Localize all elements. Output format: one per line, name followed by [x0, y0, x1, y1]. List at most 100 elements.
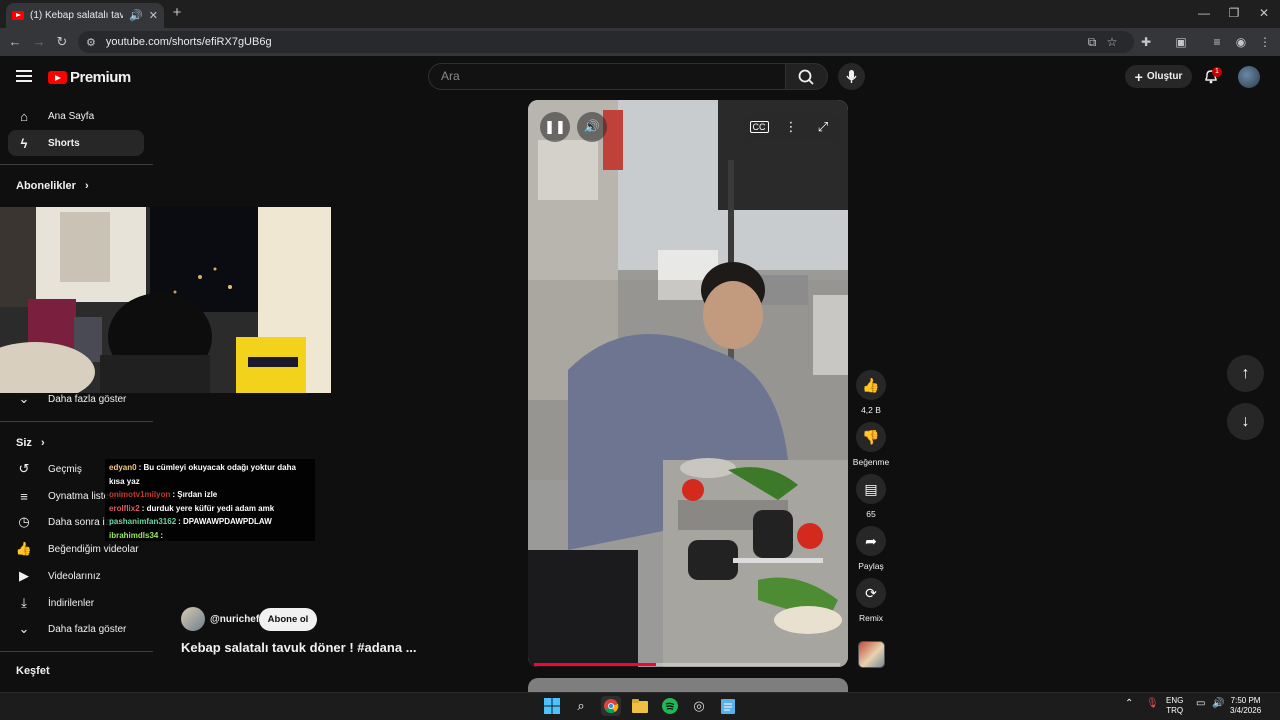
chrome-icon: [604, 699, 619, 714]
split-view-icon[interactable]: ▣: [1172, 33, 1190, 51]
reading-list-icon[interactable]: ≡: [1208, 33, 1226, 51]
tab-title: (1) Kebap salatalı tavuk döner: [30, 10, 124, 21]
voice-search-button[interactable]: [838, 63, 865, 90]
clock-icon: ◷: [18, 514, 30, 529]
reload-icon[interactable]: ↻: [53, 33, 71, 51]
captions-icon: CC: [749, 121, 769, 133]
channel-name[interactable]: @nurichef: [210, 614, 259, 625]
clock[interactable]: 7:50 PM 3/4/2026: [1230, 696, 1261, 716]
bookmark-star-icon[interactable]: ☆: [1103, 33, 1121, 51]
notification-badge: 1: [1212, 67, 1222, 77]
menu-kebab-icon[interactable]: ⋮: [1256, 33, 1274, 51]
youtube-logo[interactable]: Premium: [48, 69, 131, 86]
chrome-taskbar-button[interactable]: [601, 696, 621, 716]
close-tab-icon[interactable]: ✕: [149, 9, 158, 22]
new-tab-button[interactable]: +: [170, 5, 184, 21]
share-button[interactable]: ➦: [856, 526, 886, 556]
chat-text: : Bu cümleyi okuyacak odağı yoktur daha …: [109, 463, 296, 486]
extensions-icon[interactable]: ✚: [1137, 33, 1155, 51]
sidebar-item-your-videos[interactable]: ▶ Videolarınız: [8, 563, 144, 589]
sidebar-item-shorts[interactable]: ϟ Shorts: [8, 130, 144, 156]
pause-button[interactable]: ❚❚: [540, 112, 570, 142]
browser-tab-strip: [0, 0, 1280, 28]
speaker-icon[interactable]: 🔊: [129, 9, 143, 22]
sidebar-item-label: Geçmiş: [48, 463, 82, 475]
maximize-icon[interactable]: ❐: [1226, 6, 1242, 20]
sidebar-show-more-subscriptions[interactable]: ⌄ Daha fazla göster: [8, 386, 144, 412]
sound-thumbnail[interactable]: [858, 641, 885, 668]
sidebar-item-home[interactable]: ⌂ Ana Sayfa: [8, 103, 144, 129]
shorts-video-player[interactable]: ❚❚ 🔊 CC ⋮ ⤢: [528, 100, 848, 667]
install-app-icon[interactable]: ⧉: [1083, 33, 1101, 51]
hamburger-menu-icon[interactable]: [16, 70, 32, 82]
browser-tab[interactable]: (1) Kebap salatalı tavuk döner 🔊 ✕: [6, 3, 164, 28]
comment-count: 65: [866, 509, 876, 519]
chat-message: pashanimfan3162: DPAWAWPDAWPDLAW: [109, 515, 311, 529]
video-progress-fill: [534, 663, 657, 666]
file-explorer-button[interactable]: [630, 696, 650, 716]
comments-button[interactable]: ▤: [856, 474, 886, 504]
windows-logo-icon: [544, 698, 560, 714]
create-label: Oluştur: [1146, 71, 1183, 82]
you-label: Siz: [16, 437, 32, 449]
channel-avatar[interactable]: [181, 607, 205, 631]
you-heading[interactable]: Siz ›: [16, 437, 45, 449]
url-text: youtube.com/shorts/efiRX7gUB6g: [105, 36, 272, 48]
chat-message: erolflix2: durduk yere küfür yedi adam a…: [109, 502, 311, 516]
obs-button[interactable]: ◎: [689, 696, 709, 716]
close-window-icon[interactable]: ✕: [1256, 6, 1272, 20]
mic-tray-icon[interactable]: 🎙: [1146, 699, 1159, 709]
obs-icon: ◎: [693, 698, 705, 713]
remix-icon: ⟳: [865, 584, 877, 601]
sidebar-show-more-you[interactable]: ⌄ Daha fazla göster: [8, 616, 144, 642]
back-icon[interactable]: ←: [6, 33, 24, 51]
search-button[interactable]: [786, 63, 828, 90]
forward-icon[interactable]: →: [30, 33, 48, 51]
chat-username: onimotv1milyon: [109, 490, 171, 499]
sidebar-item-downloads[interactable]: ⤓ İndirilenler: [8, 590, 144, 616]
sidebar-divider: [0, 421, 153, 422]
chat-message: ibrahimdls34:: [109, 529, 311, 543]
next-short-button[interactable]: ↓: [1227, 403, 1264, 440]
video-progress-bar[interactable]: [534, 663, 840, 666]
address-bar[interactable]: ⚙ youtube.com/shorts/efiRX7gUB6g: [78, 31, 1134, 53]
download-icon: ⤓: [21, 595, 27, 610]
video-title[interactable]: Kebap salatalı tavuk döner ! #adana ...: [181, 640, 417, 655]
network-icon[interactable]: ▭: [1196, 699, 1205, 709]
previous-short-button[interactable]: ↑: [1227, 355, 1264, 392]
start-button[interactable]: [542, 696, 562, 716]
site-info-icon[interactable]: ⚙: [86, 36, 96, 49]
volume-tray-icon[interactable]: 🔊: [1212, 699, 1224, 709]
chat-text: : DPAWAWPDAWPDLAW: [178, 517, 272, 526]
tray-overflow-icon[interactable]: ⌃: [1125, 699, 1133, 709]
subscribe-button[interactable]: Abone ol: [259, 608, 317, 631]
fullscreen-button[interactable]: ⤢: [808, 112, 838, 142]
home-icon: ⌂: [20, 108, 28, 124]
spotify-button[interactable]: [660, 696, 680, 716]
chat-message: edyan0: Bu cümleyi okuyacak odağı yoktur…: [109, 461, 311, 488]
search-input[interactable]: Ara: [428, 63, 786, 90]
volume-button[interactable]: 🔊: [577, 112, 607, 142]
notepad-button[interactable]: [718, 696, 738, 716]
clock-time: 7:50 PM: [1230, 696, 1261, 705]
account-avatar[interactable]: [1238, 66, 1260, 88]
clock-date: 3/4/2026: [1230, 706, 1262, 715]
spotify-icon: [662, 698, 678, 714]
subscriptions-heading[interactable]: Abonelikler ›: [16, 180, 89, 192]
captions-button[interactable]: CC: [744, 112, 774, 142]
language-indicator[interactable]: ENG TRQ: [1166, 696, 1183, 716]
like-button[interactable]: 👍: [856, 370, 886, 400]
remix-button[interactable]: ⟳: [856, 578, 886, 608]
next-short-preview[interactable]: [528, 678, 848, 692]
create-button[interactable]: + Oluştur: [1125, 65, 1192, 88]
profile-icon[interactable]: ◉: [1232, 33, 1250, 51]
more-options-button[interactable]: ⋮: [776, 112, 806, 142]
youtube-play-icon: [48, 71, 67, 84]
language-code: ENG: [1166, 696, 1184, 705]
dislike-button[interactable]: 👎: [856, 422, 886, 452]
search-taskbar-button[interactable]: ⌕: [571, 696, 591, 716]
share-label: Paylaş: [858, 561, 884, 571]
minimize-icon[interactable]: —: [1196, 6, 1212, 20]
chat-username: erolflix2: [109, 503, 140, 513]
folder-icon: [632, 699, 648, 713]
